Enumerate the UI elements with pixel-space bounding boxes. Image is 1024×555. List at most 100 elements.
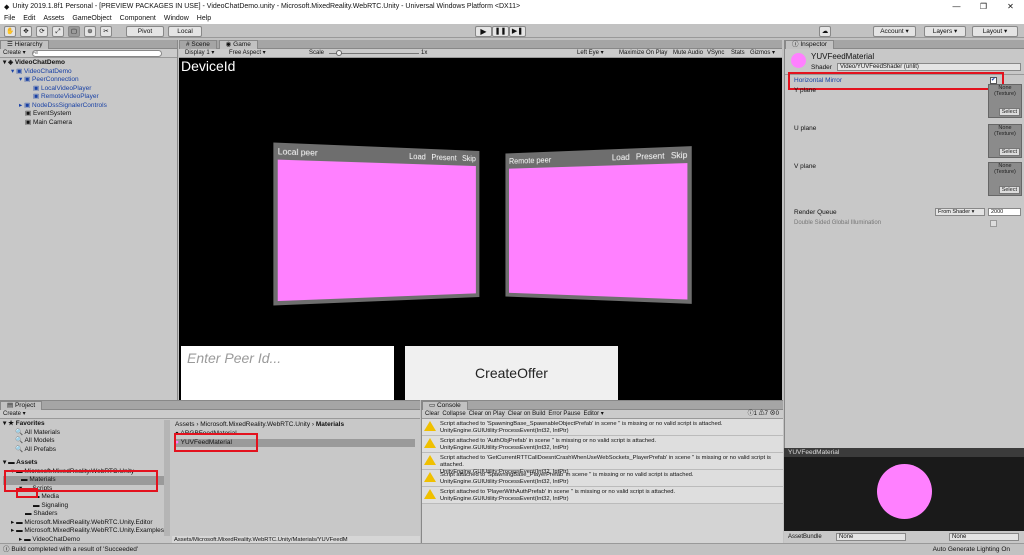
vsync-toggle[interactable]: VSync <box>707 49 724 58</box>
console-entry[interactable]: Script attached to 'AuthObjPrefab' in sc… <box>422 436 783 453</box>
warning-count-toggle[interactable]: ⚠7 <box>759 411 768 417</box>
scene-row[interactable]: ▾ ◈ VideoChatDemo <box>3 59 177 68</box>
hand-tool-icon[interactable]: ✋ <box>4 26 16 37</box>
tab-scene[interactable]: # Scene <box>179 40 217 49</box>
favorite-item[interactable]: 🔍 All Models <box>3 437 170 446</box>
console-editor-dropdown[interactable]: Editor ▾ <box>583 410 603 419</box>
local-video-surface <box>277 159 476 302</box>
remote-present-button[interactable]: Present <box>636 151 665 161</box>
gizmos-dropdown[interactable]: Gizmos ▾ <box>750 49 775 58</box>
console-clear-on-build-button[interactable]: Clear on Build <box>508 410 546 419</box>
menu-gameobject[interactable]: GameObject <box>72 15 111 22</box>
breadcrumb-materials[interactable]: Materials <box>316 421 344 428</box>
tab-inspector[interactable]: ⓘ Inspector <box>785 40 835 49</box>
menu-assets[interactable]: Assets <box>43 15 64 22</box>
console-clear-button[interactable]: Clear <box>425 410 439 419</box>
v-select-button[interactable]: Select <box>998 186 1020 194</box>
minimize-button[interactable]: — <box>943 0 970 13</box>
maximize-on-play-toggle[interactable]: Maximize On Play <box>619 49 667 58</box>
breadcrumb-package[interactable]: Microsoft.MixedReality.WebRTC.Unity <box>200 421 310 428</box>
info-count-toggle[interactable]: ⓘ1 <box>748 411 757 417</box>
console-clear-on-play-button[interactable]: Clear on Play <box>469 410 505 419</box>
console-entry[interactable]: Script attached to 'SpawningBase_Spawnab… <box>422 419 783 436</box>
step-button[interactable]: ▶❚ <box>509 26 526 37</box>
project-create-button[interactable]: Create ▾ <box>3 411 26 417</box>
hierarchy-item[interactable]: ▣ Main Camera <box>3 119 177 128</box>
remote-skip-button[interactable]: Skip <box>671 150 688 160</box>
folder-row[interactable]: ▸ ▬ Microsoft.MixedReality.WebRTC.Unity.… <box>3 519 170 528</box>
y-plane-texture-slot[interactable]: None (Texture) Select <box>988 84 1022 118</box>
hierarchy-item[interactable]: ▾ ▣ PeerConnection <box>3 76 177 85</box>
status-lighting: Auto Generate Lighting On <box>932 546 1010 553</box>
menu-component[interactable]: Component <box>120 15 156 22</box>
pivot-button[interactable]: Pivot <box>126 26 164 37</box>
hierarchy-item[interactable]: ▾ ▣ VideoChatDemo <box>3 68 177 77</box>
hierarchy-item[interactable]: ▸ ▣ NodeDssSignalerControls <box>3 102 177 111</box>
scale-slider-thumb[interactable] <box>336 50 342 56</box>
close-button[interactable]: ✕ <box>997 0 1024 13</box>
render-queue-field[interactable]: 2000 <box>988 208 1021 216</box>
hierarchy-search-input[interactable] <box>31 49 162 57</box>
hierarchy-item[interactable]: ▣ LocalVideoPlayer <box>3 85 177 94</box>
console-entry[interactable]: Script attached to 'PlayerWithAuthPrefab… <box>422 487 783 504</box>
asset-bundle-variant-dropdown[interactable]: None <box>949 533 1019 541</box>
menu-help[interactable]: Help <box>197 15 211 22</box>
console-entry[interactable]: Script attached to 'GetCurrentRTTCallDoe… <box>422 453 783 475</box>
create-offer-button[interactable]: CreateOffer <box>405 346 618 400</box>
tab-project[interactable]: ▤ Project <box>0 401 43 410</box>
display-dropdown[interactable]: Display 1 ▾ <box>185 49 214 58</box>
console-collapse-button[interactable]: Collapse <box>442 410 465 419</box>
remote-load-button[interactable]: Load <box>612 153 630 163</box>
y-select-button[interactable]: Select <box>998 108 1020 116</box>
project-panel: ▤ Project Create ▾ ▾ ★ Favorites 🔍 All M… <box>0 400 420 544</box>
peer-id-input[interactable]: Enter Peer Id... <box>181 346 394 400</box>
pause-button[interactable]: ❚❚ <box>492 26 509 37</box>
transform-tool-icon[interactable]: ⊕ <box>84 26 96 37</box>
favorites-row[interactable]: ▾ ★ Favorites <box>3 420 170 429</box>
stats-toggle[interactable]: Stats <box>731 49 745 58</box>
folder-row[interactable]: ▬ Signaling <box>3 502 170 511</box>
custom-tool-icon[interactable]: ✂ <box>100 26 112 37</box>
layers-dropdown[interactable]: Layers ▾ <box>924 26 966 37</box>
u-select-button[interactable]: Select <box>998 148 1020 156</box>
asset-bundle-dropdown[interactable]: None <box>836 533 906 541</box>
move-tool-icon[interactable]: ✥ <box>20 26 32 37</box>
tab-game[interactable]: ◉ Game <box>218 40 258 49</box>
hierarchy-item[interactable]: ▣ RemoteVideoPlayer <box>3 93 177 102</box>
collab-icon[interactable]: ☁ <box>819 26 831 37</box>
shader-dropdown[interactable]: Video/YUVFeedShader (unlit) <box>837 63 1021 71</box>
assets-row[interactable]: ▾ ▬ Assets <box>3 459 170 468</box>
layout-dropdown[interactable]: Layout ▾ <box>972 26 1018 37</box>
favorite-item[interactable]: 🔍 All Prefabs <box>3 446 170 455</box>
scale-slider-track[interactable] <box>329 53 419 54</box>
project-tree-scrollbar[interactable] <box>164 420 170 536</box>
menu-window[interactable]: Window <box>164 15 189 22</box>
menu-edit[interactable]: Edit <box>23 15 35 22</box>
aspect-dropdown[interactable]: Free Aspect ▾ <box>229 49 266 58</box>
local-present-button[interactable]: Present <box>431 153 456 163</box>
rotate-tool-icon[interactable]: ⟳ <box>36 26 48 37</box>
folder-row[interactable]: ▸ ▬ Microsoft.MixedReality.WebRTC.Unity.… <box>3 527 170 536</box>
scale-tool-icon[interactable]: ⤢ <box>52 26 64 37</box>
local-button[interactable]: Local <box>168 26 202 37</box>
left-eye-dropdown[interactable]: Left Eye ▾ <box>577 49 604 58</box>
local-skip-button[interactable]: Skip <box>462 154 476 163</box>
render-queue-mode-dropdown[interactable]: From Shader ▾ <box>935 208 985 216</box>
hierarchy-create-button[interactable]: Create ▾ <box>3 49 26 58</box>
play-button[interactable]: ▶ <box>475 26 492 37</box>
account-dropdown[interactable]: Account ▾ <box>873 26 916 37</box>
menu-file[interactable]: File <box>4 15 15 22</box>
folder-row[interactable]: ▬ Shaders <box>3 510 170 519</box>
double-sided-gi-checkbox[interactable] <box>990 220 997 227</box>
rect-tool-icon[interactable]: ▢ <box>68 26 80 37</box>
console-error-pause-button[interactable]: Error Pause <box>548 410 580 419</box>
v-plane-texture-slot[interactable]: None (Texture) Select <box>988 162 1022 196</box>
breadcrumb-assets[interactable]: Assets <box>175 421 195 428</box>
favorite-item[interactable]: 🔍 All Materials <box>3 429 170 438</box>
hierarchy-item[interactable]: ▣ EventSystem <box>3 110 177 119</box>
mute-audio-toggle[interactable]: Mute Audio <box>673 49 703 58</box>
maximize-button[interactable]: ❐ <box>970 0 997 13</box>
local-load-button[interactable]: Load <box>409 152 426 161</box>
u-plane-texture-slot[interactable]: None (Texture) Select <box>988 124 1022 158</box>
error-count-toggle[interactable]: ⊗0 <box>770 411 779 417</box>
